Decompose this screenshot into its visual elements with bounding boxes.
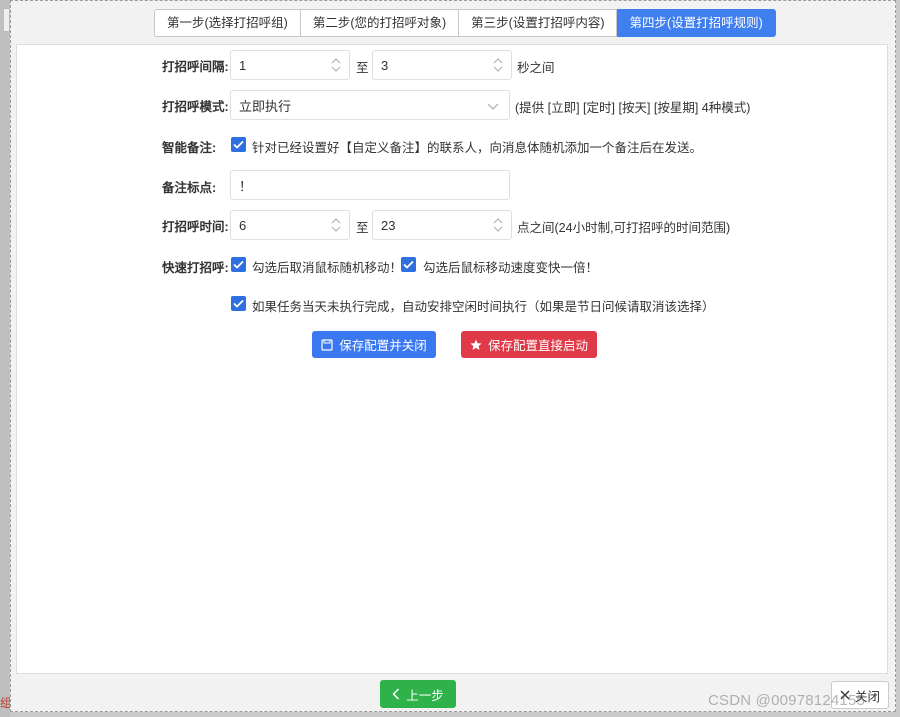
time-to-value: 23: [381, 217, 396, 233]
time-to-word: 至: [356, 221, 369, 235]
quick-option1-checkbox[interactable]: [231, 257, 246, 272]
check-icon: [233, 140, 244, 149]
interval-suffix: 秒之间: [517, 61, 555, 75]
save-close-label: 保存配置并关闭: [339, 339, 427, 353]
save-icon: [321, 338, 333, 351]
interval-from-input[interactable]: 1: [230, 50, 350, 80]
interval-to-value: 3: [381, 57, 389, 73]
time-range-label: 打招呼时间:: [162, 220, 229, 234]
tab-step-3[interactable]: 第三步(设置打招呼内容): [459, 9, 618, 37]
dialog: 第一步(选择打招呼组) 第二步(您的打招呼对象) 第三步(设置打招呼内容) 第四…: [10, 0, 896, 712]
settings-panel: 打招呼间隔: 1 至 3 秒之间 打招呼模式: 立即执行 (提供 [立即] [定…: [16, 44, 888, 674]
check-icon: [403, 260, 414, 269]
mode-select[interactable]: 立即执行: [230, 90, 510, 120]
interval-to-input[interactable]: 3: [372, 50, 512, 80]
mode-hint: (提供 [立即] [定时] [按天] [按星期] 4种模式): [515, 101, 751, 115]
stepper-icon[interactable]: [331, 217, 341, 233]
save-start-label: 保存配置直接启动: [487, 339, 588, 353]
time-from-value: 6: [239, 217, 247, 233]
tab-step-2[interactable]: 第二步(您的打招呼对象): [300, 9, 460, 37]
interval-label: 打招呼间隔:: [162, 60, 229, 74]
time-range-suffix: 点之间(24小时制,可打招呼的时间范围): [517, 221, 731, 235]
save-close-button[interactable]: 保存配置并关闭: [312, 331, 436, 358]
tab-step-4[interactable]: 第四步(设置打招呼规则): [617, 9, 776, 37]
stepper-icon[interactable]: [493, 217, 503, 233]
note-mark-value: ！: [239, 178, 253, 194]
auto-schedule-checkbox[interactable]: [231, 296, 246, 311]
quick-option2-text: 勾选后鼠标移动速度变快一倍！: [423, 261, 599, 275]
interval-from-value: 1: [239, 57, 247, 73]
note-mark-label: 备注标点:: [162, 181, 217, 195]
star-icon: [470, 339, 482, 350]
prev-step-label: 上一步: [406, 688, 444, 703]
step-tabs: 第一步(选择打招呼组) 第二步(您的打招呼对象) 第三步(设置打招呼内容) 第四…: [154, 9, 776, 37]
check-icon: [233, 299, 244, 308]
watermark: CSDN @00978124155: [708, 692, 866, 709]
mode-label: 打招呼模式:: [162, 100, 229, 114]
stepper-icon[interactable]: [493, 57, 503, 73]
quick-label: 快速打招呼:: [162, 261, 229, 275]
smart-note-text: 针对已经设置好【自定义备注】的联系人，向消息体随机添加一个备注后在发送。: [252, 141, 703, 155]
smart-note-checkbox[interactable]: [231, 137, 246, 152]
save-start-button[interactable]: 保存配置直接启动: [461, 331, 597, 358]
chevron-down-icon: [487, 100, 499, 115]
note-mark-input[interactable]: ！: [230, 170, 510, 200]
interval-to-word: 至: [356, 61, 369, 75]
time-to-input[interactable]: 23: [372, 210, 512, 240]
prev-step-button[interactable]: 上一步: [380, 680, 456, 708]
time-from-input[interactable]: 6: [230, 210, 350, 240]
mode-selected-value: 立即执行: [239, 98, 292, 114]
check-icon: [233, 260, 244, 269]
left-background-strip: 组: [0, 0, 12, 717]
tab-step-1[interactable]: 第一步(选择打招呼组): [154, 9, 301, 37]
quick-option2-checkbox[interactable]: [401, 257, 416, 272]
chevron-left-icon: [392, 688, 400, 700]
quick-option1-text: 勾选后取消鼠标随机移动！: [252, 261, 403, 275]
stepper-icon[interactable]: [331, 57, 341, 73]
auto-schedule-text: 如果任务当天未执行完成，自动安排空闲时间执行（如果是节日问候请取消该选择）: [252, 300, 715, 314]
smart-note-label: 智能备注:: [162, 141, 217, 155]
